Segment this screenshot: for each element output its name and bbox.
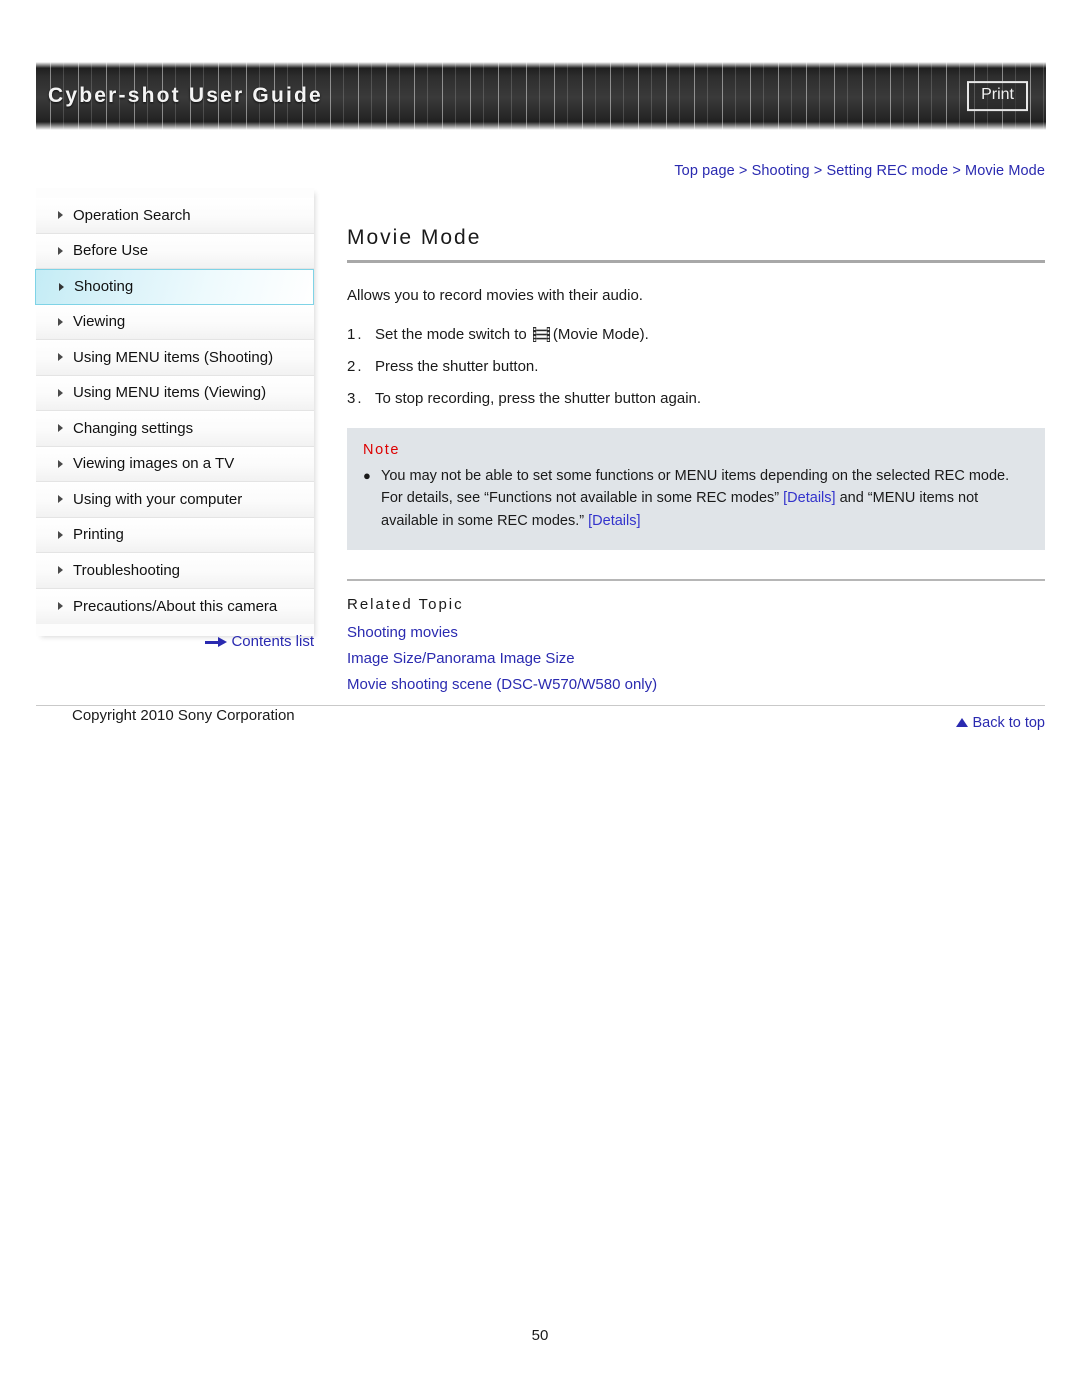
related-link-shooting-movies[interactable]: Shooting movies xyxy=(347,624,1045,641)
sidebar-item-changing-settings[interactable]: Changing settings xyxy=(36,411,314,447)
app-title: Cyber-shot User Guide xyxy=(48,84,323,107)
sidebar-item-label: Operation Search xyxy=(73,206,191,224)
arrow-right-icon xyxy=(205,637,228,647)
print-button[interactable]: Print xyxy=(967,81,1028,111)
sidebar-item-label: Printing xyxy=(73,526,124,544)
sidebar-item-operation-search[interactable]: Operation Search xyxy=(36,198,314,234)
sidebar-item-label: Before Use xyxy=(73,242,149,260)
triangle-right-icon xyxy=(58,353,63,362)
note-text: You may not be able to set some function… xyxy=(381,465,1029,532)
sidebar-item-using-menu-items-viewing[interactable]: Using MENU items (Viewing) xyxy=(36,375,314,411)
note-box: Note ● You may not be able to set some f… xyxy=(347,427,1045,551)
step-text: To stop recording, press the shutter but… xyxy=(375,389,702,407)
sidebar-item-shooting[interactable]: Shooting xyxy=(35,269,314,305)
breadcrumb: Top page > Shooting > Setting REC mode >… xyxy=(0,163,1045,179)
header-banner: Cyber-shot User Guide Print xyxy=(36,62,1046,130)
step-text: Set the mode switch to (Movie Mode). xyxy=(375,324,649,345)
page-title: Movie Mode xyxy=(347,226,482,249)
intro-paragraph: Allows you to record movies with their a… xyxy=(347,287,643,304)
related-link-movie-shooting-scene[interactable]: Movie shooting scene (DSC-W570/W580 only… xyxy=(347,676,1045,693)
sidebar-item-viewing-images-on-a-tv[interactable]: Viewing images on a TV xyxy=(36,446,314,482)
triangle-right-icon xyxy=(58,246,63,255)
triangle-right-icon xyxy=(58,388,63,397)
breadcrumb-item-top-page[interactable]: Top page xyxy=(674,163,734,179)
contents-list-label: Contents list xyxy=(231,633,314,650)
sidebar-item-label: Precautions/About this camera xyxy=(73,597,278,615)
triangle-up-icon xyxy=(956,718,969,728)
sidebar-item-viewing[interactable]: Viewing xyxy=(36,304,314,340)
triangle-right-icon xyxy=(58,317,63,326)
sidebar-item-label: Viewing images on a TV xyxy=(73,455,235,473)
sidebar-item-label: Using with your computer xyxy=(73,490,243,508)
steps-list: 1. Set the mode switch to (Movie Mode). … xyxy=(347,324,1045,409)
details-link-1[interactable]: [Details] xyxy=(783,490,835,506)
related-link-image-size[interactable]: Image Size/Panorama Image Size xyxy=(347,650,1045,667)
copyright-text: Copyright 2010 Sony Corporation xyxy=(72,707,295,724)
sidebar-item-label: Troubleshooting xyxy=(73,561,181,579)
sidebar-item-label: Shooting xyxy=(74,278,134,296)
sidebar-item-label: Changing settings xyxy=(73,419,194,437)
step-text-after: (Movie Mode). xyxy=(552,325,649,343)
film-strip-icon xyxy=(532,326,550,342)
page-number: 50 xyxy=(531,1327,549,1344)
sidebar-item-label: Viewing xyxy=(73,313,126,331)
note-bullet-icon: ● xyxy=(363,467,371,483)
back-to-top-link[interactable]: Back to top xyxy=(956,715,1045,731)
details-link-2[interactable]: [Details] xyxy=(588,513,640,529)
footer-divider xyxy=(36,705,1045,706)
sidebar-navigation: Operation Search Before Use Shooting Viewin… xyxy=(35,188,314,636)
step-number: 2. xyxy=(347,357,364,375)
related-topic-label: Related Topic xyxy=(347,596,464,614)
breadcrumb-separator: > xyxy=(948,163,966,179)
step-item: 1. Set the mode switch to (Movie Mode). xyxy=(347,324,1045,345)
title-divider xyxy=(347,260,1045,263)
sidebar-item-precautions-about-this-camera[interactable]: Precautions/About this camera xyxy=(36,588,314,624)
related-topic-divider xyxy=(347,579,1045,582)
triangle-right-icon xyxy=(58,424,63,433)
sidebar-item-label: Using MENU items (Shooting) xyxy=(73,348,274,366)
triangle-right-icon xyxy=(58,602,63,611)
contents-list-link[interactable]: Contents list xyxy=(205,633,314,650)
main-content: Movie Mode Allows you to record movies w… xyxy=(36,226,1045,731)
sidebar-item-troubleshooting[interactable]: Troubleshooting xyxy=(36,553,314,589)
breadcrumb-item-movie-mode[interactable]: Movie Mode xyxy=(965,163,1045,179)
triangle-right-icon xyxy=(58,459,63,468)
sidebar-item-using-menu-items-shooting[interactable]: Using MENU items (Shooting) xyxy=(36,340,314,376)
triangle-right-icon xyxy=(58,495,63,504)
triangle-right-icon xyxy=(58,530,63,539)
sidebar-item-using-with-your-computer[interactable]: Using with your computer xyxy=(36,482,314,518)
breadcrumb-item-setting-rec-mode[interactable]: Setting REC mode xyxy=(827,163,949,179)
note-label: Note xyxy=(363,441,401,458)
step-number: 1. xyxy=(347,325,364,343)
step-item: 2. Press the shutter button. xyxy=(347,356,1045,377)
back-to-top-row: Back to top xyxy=(347,715,1045,731)
breadcrumb-item-shooting[interactable]: Shooting xyxy=(752,163,810,179)
triangle-right-icon xyxy=(58,566,63,575)
step-text: Press the shutter button. xyxy=(375,357,539,375)
note-body: ● You may not be able to set some functi… xyxy=(363,465,1029,532)
step-text-before: Set the mode switch to xyxy=(375,325,531,343)
back-to-top-label: Back to top xyxy=(972,715,1045,732)
contents-list-row: Contents list xyxy=(36,633,314,650)
breadcrumb-separator: > xyxy=(734,163,752,179)
sidebar-item-label: Using MENU items (Viewing) xyxy=(73,384,267,402)
sidebar-item-printing[interactable]: Printing xyxy=(36,517,314,553)
breadcrumb-separator: > xyxy=(809,163,827,179)
triangle-right-icon xyxy=(58,211,63,220)
step-item: 3. To stop recording, press the shutter … xyxy=(347,388,1045,409)
step-number: 3. xyxy=(347,389,364,407)
triangle-right-icon xyxy=(59,282,64,291)
sidebar-item-before-use[interactable]: Before Use xyxy=(36,233,314,269)
